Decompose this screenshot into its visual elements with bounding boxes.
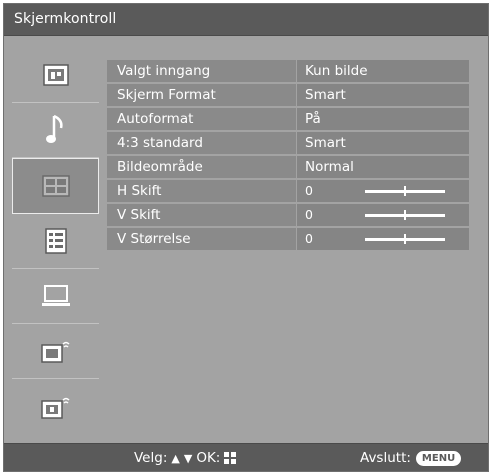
h-shift-slider[interactable]: [365, 186, 445, 196]
settings-panel: Valgt inngang Kun bilde Skjerm Format Sm…: [107, 60, 469, 253]
menu-sidebar: [12, 48, 99, 436]
ok-button-icon: [224, 452, 237, 464]
setting-row-autoformat[interactable]: Autoformat På: [107, 108, 469, 131]
setting-label: V Skift: [107, 204, 297, 226]
settings-list-icon: [44, 228, 67, 254]
music-note-icon: [45, 114, 63, 143]
arrow-down-icon: ▼: [183, 451, 193, 465]
setting-row-4-3-default[interactable]: 4:3 standard Smart: [107, 132, 469, 155]
sidebar-item-channel-setup[interactable]: [12, 324, 99, 379]
setting-row-h-shift[interactable]: H Skift 0: [107, 180, 469, 203]
setting-label: V Størrelse: [107, 228, 297, 250]
v-size-slider[interactable]: [365, 234, 445, 244]
sidebar-item-pc-settings[interactable]: [12, 269, 99, 324]
slider-thumb[interactable]: [404, 234, 406, 244]
ok-label: OK:: [196, 450, 221, 466]
help-bar: Velg: ▲ ▼ OK: Avslutt: MENU: [4, 443, 488, 471]
setting-row-v-size[interactable]: V Størrelse 0: [107, 228, 469, 251]
setting-label: Valgt inngang: [107, 60, 297, 82]
setting-value: Normal: [297, 156, 469, 178]
slider-thumb[interactable]: [404, 186, 406, 196]
setting-value: Smart: [297, 84, 469, 106]
screen-control-window: Skjermkontroll Valgt inngang Kun bilde S…: [3, 3, 489, 472]
digital-setup-icon: [40, 397, 70, 419]
setting-value: Smart: [297, 132, 469, 154]
sidebar-item-screen-control[interactable]: [12, 158, 99, 214]
sidebar-item-picture[interactable]: [12, 48, 99, 103]
sidebar-item-sound[interactable]: [12, 103, 99, 158]
arrow-up-icon: ▲: [171, 451, 180, 465]
setting-label: 4:3 standard: [107, 132, 297, 154]
setting-label: Bildeområde: [107, 156, 297, 178]
exit-hint: Avslutt: MENU: [360, 450, 462, 466]
slider-thumb[interactable]: [404, 210, 406, 220]
v-shift-slider[interactable]: [365, 210, 445, 220]
window-title: Skjermkontroll: [14, 11, 117, 27]
title-bar: Skjermkontroll: [4, 4, 488, 36]
sidebar-item-settings[interactable]: [12, 214, 99, 269]
select-label: Velg:: [134, 450, 168, 466]
picture-icon: [42, 64, 69, 86]
exit-label: Avslutt:: [360, 450, 411, 466]
screen-control-icon: [41, 175, 70, 197]
channel-setup-icon: [40, 341, 70, 363]
monitor-icon: [41, 285, 70, 306]
setting-label: H Skift: [107, 180, 297, 202]
setting-row-v-shift[interactable]: V Skift 0: [107, 204, 469, 227]
setting-label: Skjerm Format: [107, 84, 297, 106]
menu-key-icon: MENU: [415, 450, 462, 466]
setting-row-display-area[interactable]: Bildeområde Normal: [107, 156, 469, 179]
sidebar-item-digital-setup[interactable]: [12, 379, 99, 434]
select-hint: Velg: ▲ ▼ OK:: [134, 450, 237, 466]
setting-value: Kun bilde: [297, 60, 469, 82]
setting-row-input[interactable]: Valgt inngang Kun bilde: [107, 60, 469, 83]
setting-value: På: [297, 108, 469, 130]
setting-label: Autoformat: [107, 108, 297, 130]
setting-row-screen-format[interactable]: Skjerm Format Smart: [107, 84, 469, 107]
